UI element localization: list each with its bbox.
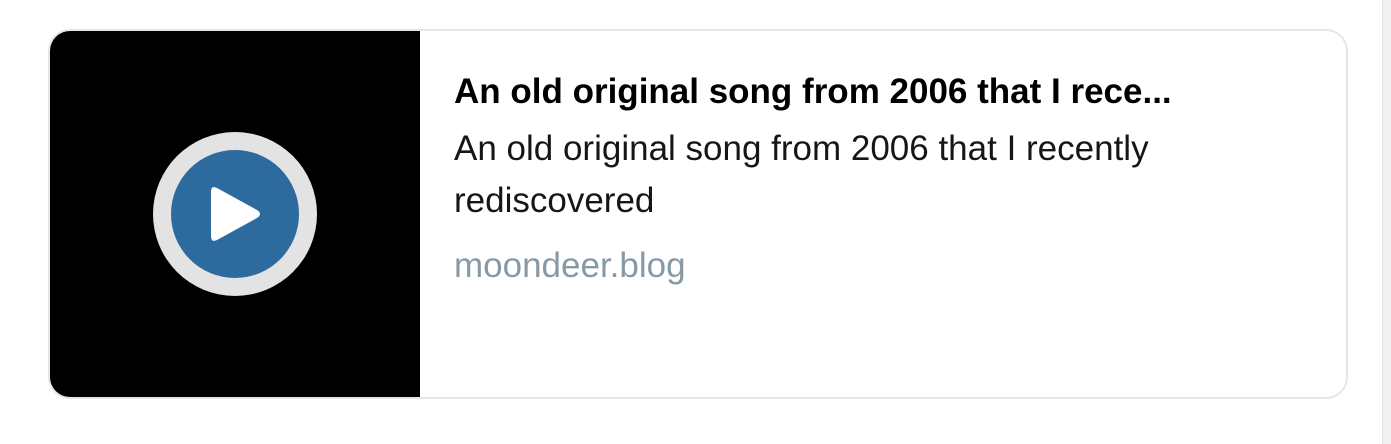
- play-icon: [171, 150, 299, 278]
- card-description: An old original song from 2006 that I re…: [454, 129, 1149, 220]
- card-content: An old original song from 2006 that I re…: [420, 31, 1346, 397]
- play-triangle-icon: [211, 187, 260, 241]
- card-domain: moondeer.blog: [454, 246, 686, 285]
- page: An old original song from 2006 that I re…: [0, 0, 1391, 444]
- scrollbar[interactable]: [1382, 0, 1391, 444]
- media-thumbnail[interactable]: [50, 31, 420, 397]
- play-button[interactable]: [153, 132, 317, 296]
- card-title: An old original song from 2006 that I re…: [454, 72, 1172, 111]
- link-preview-card[interactable]: An old original song from 2006 that I re…: [48, 29, 1348, 399]
